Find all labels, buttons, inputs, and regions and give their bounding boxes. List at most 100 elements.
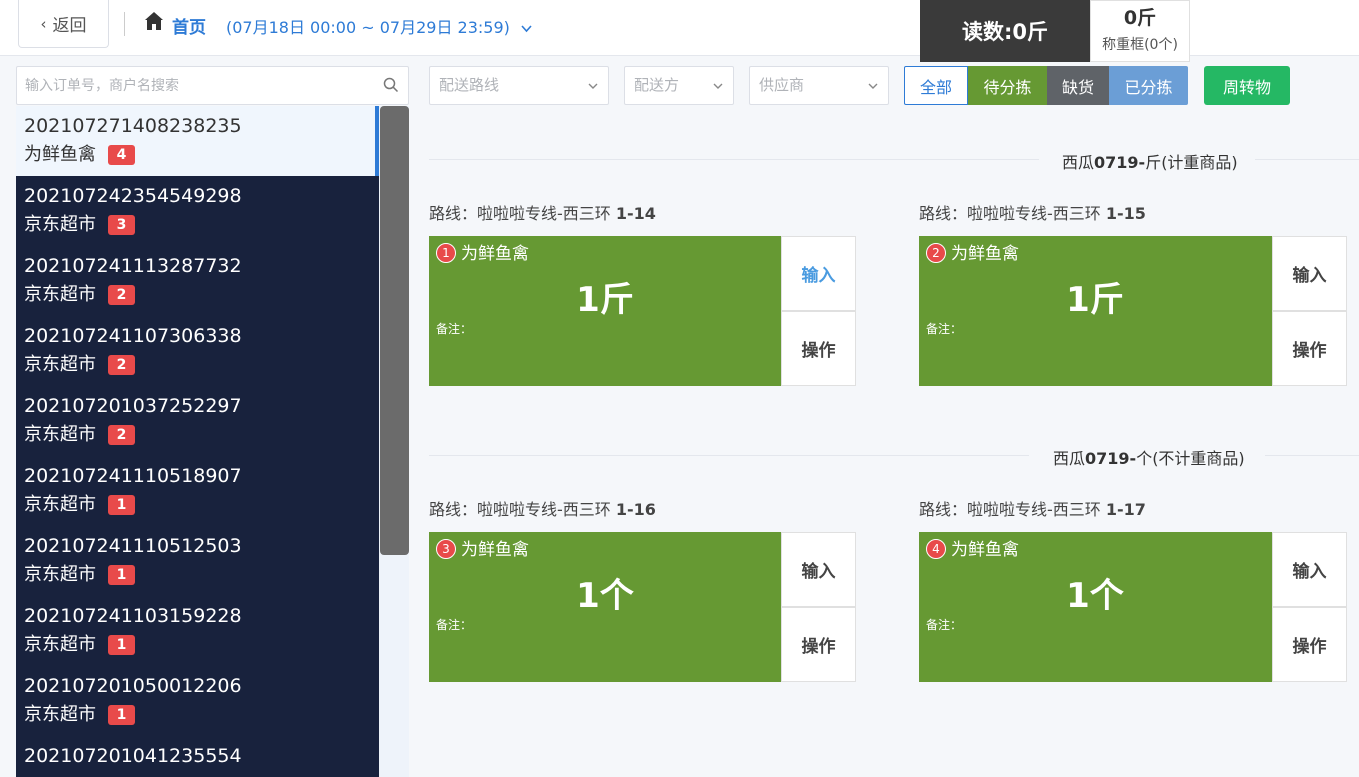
sorting-card: 3 为鲜鱼禽 1个 备注： 输入 操作 [429,532,857,682]
order-number: 202107201037252297 [24,395,242,417]
operate-button[interactable]: 操作 [1272,311,1347,386]
card-quantity: 1个 [576,576,634,616]
order-number: 202107241103159228 [24,605,242,627]
order-item[interactable]: 202107271408238235 为鲜鱼禽 4 [16,106,379,176]
order-number: 202107241110518907 [24,465,242,487]
card-merchant: 为鲜鱼禽 [951,244,1019,264]
merchant-name: 京东超市 [24,354,96,375]
merchant-name: 京东超市 [24,284,96,305]
route-select[interactable]: 配送路线 [429,66,609,105]
merchant-name: 京东超市 [24,214,96,235]
card-note: 备注： [926,618,963,632]
section-divider-right [1255,159,1359,160]
home-link[interactable]: 首页 [172,13,206,38]
order-number: 202107271408238235 [24,115,242,137]
card-quantity: 1斤 [1066,280,1124,320]
crate-weight: 0斤 [1123,7,1157,29]
count-badge: 1 [108,635,135,655]
supplier-select-placeholder: 供应商 [759,76,805,94]
tab-out-of-stock[interactable]: 缺货 [1047,66,1109,105]
order-item[interactable]: 202107201037252297 京东超市 2 [16,386,379,456]
tab-sorted[interactable]: 已分拣 [1109,66,1188,105]
count-badge: 1 [108,565,135,585]
count-badge: 4 [108,145,135,165]
chevron-down-icon [521,25,532,33]
card-index: 2 [926,243,946,263]
sorting-card-body[interactable]: 1 为鲜鱼禽 1斤 备注： [429,236,781,386]
count-badge: 2 [108,285,135,305]
operate-button[interactable]: 操作 [781,607,856,682]
merchant-name: 京东超市 [24,704,96,725]
tab-all[interactable]: 全部 [904,66,968,105]
merchant-name: 京东超市 [24,424,96,445]
sorting-card: 1 为鲜鱼禽 1斤 备注： 输入 操作 [429,236,857,386]
scrollbar-thumb[interactable] [380,106,409,555]
supplier-select[interactable]: 供应商 [749,66,889,105]
order-item[interactable]: 202107241103159228 京东超市 1 [16,596,379,666]
order-item[interactable]: 202107201050012206 京东超市 1 [16,666,379,736]
merchant-name: 京东超市 [24,494,96,515]
order-item[interactable]: 202107241110518907 京东超市 1 [16,456,379,526]
section-title: 西瓜0719-个(不计重商品) [1053,449,1245,468]
crate-label: 称重框(0个) [1102,37,1178,53]
tab-pending[interactable]: 待分拣 [968,66,1047,105]
input-button[interactable]: 输入 [781,532,856,607]
sorting-card-body[interactable]: 4 为鲜鱼禽 1个 备注： [919,532,1272,682]
card-quantity: 1个 [1066,576,1124,616]
count-badge: 1 [108,495,135,515]
card-note: 备注： [926,322,963,336]
merchant-name: 京东超市 [24,564,96,585]
order-item[interactable]: 202107241113287732 京东超市 2 [16,246,379,316]
section-title: 西瓜0719-斤(计重商品) [1062,153,1238,172]
search-input[interactable] [17,67,367,104]
order-item[interactable]: 202107201041235554 [16,736,379,777]
order-list: 202107271408238235 为鲜鱼禽 4 202107242354549… [16,106,379,777]
scale-reading: 读数:0斤 [920,0,1090,62]
distributor-select[interactable]: 配送方 [624,66,734,105]
sorting-card: 4 为鲜鱼禽 1个 备注： 输入 操作 [919,532,1347,682]
route-label: 路线：啦啦啦专线-西三环 1-17 [919,500,1146,519]
sorting-card: 2 为鲜鱼禽 1斤 备注： 输入 操作 [919,236,1347,386]
operate-button[interactable]: 操作 [781,311,856,386]
operate-button[interactable]: 操作 [1272,607,1347,682]
back-button[interactable]: ‹ 返回 [18,0,109,48]
order-item[interactable]: 202107241110512503 京东超市 1 [16,526,379,596]
card-merchant: 为鲜鱼禽 [461,540,529,560]
card-index: 1 [436,243,456,263]
order-item[interactable]: 202107242354549298 京东超市 3 [16,176,379,246]
order-number: 202107242354549298 [24,185,242,207]
count-badge: 3 [108,215,135,235]
chevron-left-icon: ‹ [40,14,47,33]
route-label: 路线：啦啦啦专线-西三环 1-16 [429,500,656,519]
order-number: 202107241107306338 [24,325,242,347]
card-note: 备注： [436,322,473,336]
chevron-down-icon [713,83,723,89]
order-item[interactable]: 202107241107306338 京东超市 2 [16,316,379,386]
chevron-down-icon [588,83,598,89]
count-badge: 1 [108,705,135,725]
card-index: 4 [926,539,946,559]
order-number: 202107201050012206 [24,675,242,697]
home-icon[interactable] [143,10,165,32]
sorting-card-body[interactable]: 3 为鲜鱼禽 1个 备注： [429,532,781,682]
card-merchant: 为鲜鱼禽 [951,540,1019,560]
input-button[interactable]: 输入 [1272,236,1347,311]
turnover-button[interactable]: 周转物 [1204,66,1290,105]
sorting-card-body[interactable]: 2 为鲜鱼禽 1斤 备注： [919,236,1272,386]
input-button[interactable]: 输入 [781,236,856,311]
card-merchant: 为鲜鱼禽 [461,244,529,264]
date-range-picker[interactable]: (07月18日 00:00 ~ 07月29日 23:59) [226,14,532,38]
search-icon[interactable] [383,77,399,93]
distributor-select-placeholder: 配送方 [634,76,680,94]
route-label: 路线：啦啦啦专线-西三环 1-14 [429,204,656,223]
chevron-down-icon [868,83,878,89]
input-button[interactable]: 输入 [1272,532,1347,607]
route-label: 路线：啦啦啦专线-西三环 1-15 [919,204,1146,223]
date-range-text: (07月18日 00:00 ~ 07月29日 23:59) [226,18,510,37]
count-badge: 2 [108,425,135,445]
card-quantity: 1斤 [576,280,634,320]
section-divider-right [1265,455,1359,456]
count-badge: 2 [108,355,135,375]
order-number: 202107201041235554 [24,745,242,767]
crate-panel[interactable]: 0斤 称重框(0个) [1090,0,1190,62]
